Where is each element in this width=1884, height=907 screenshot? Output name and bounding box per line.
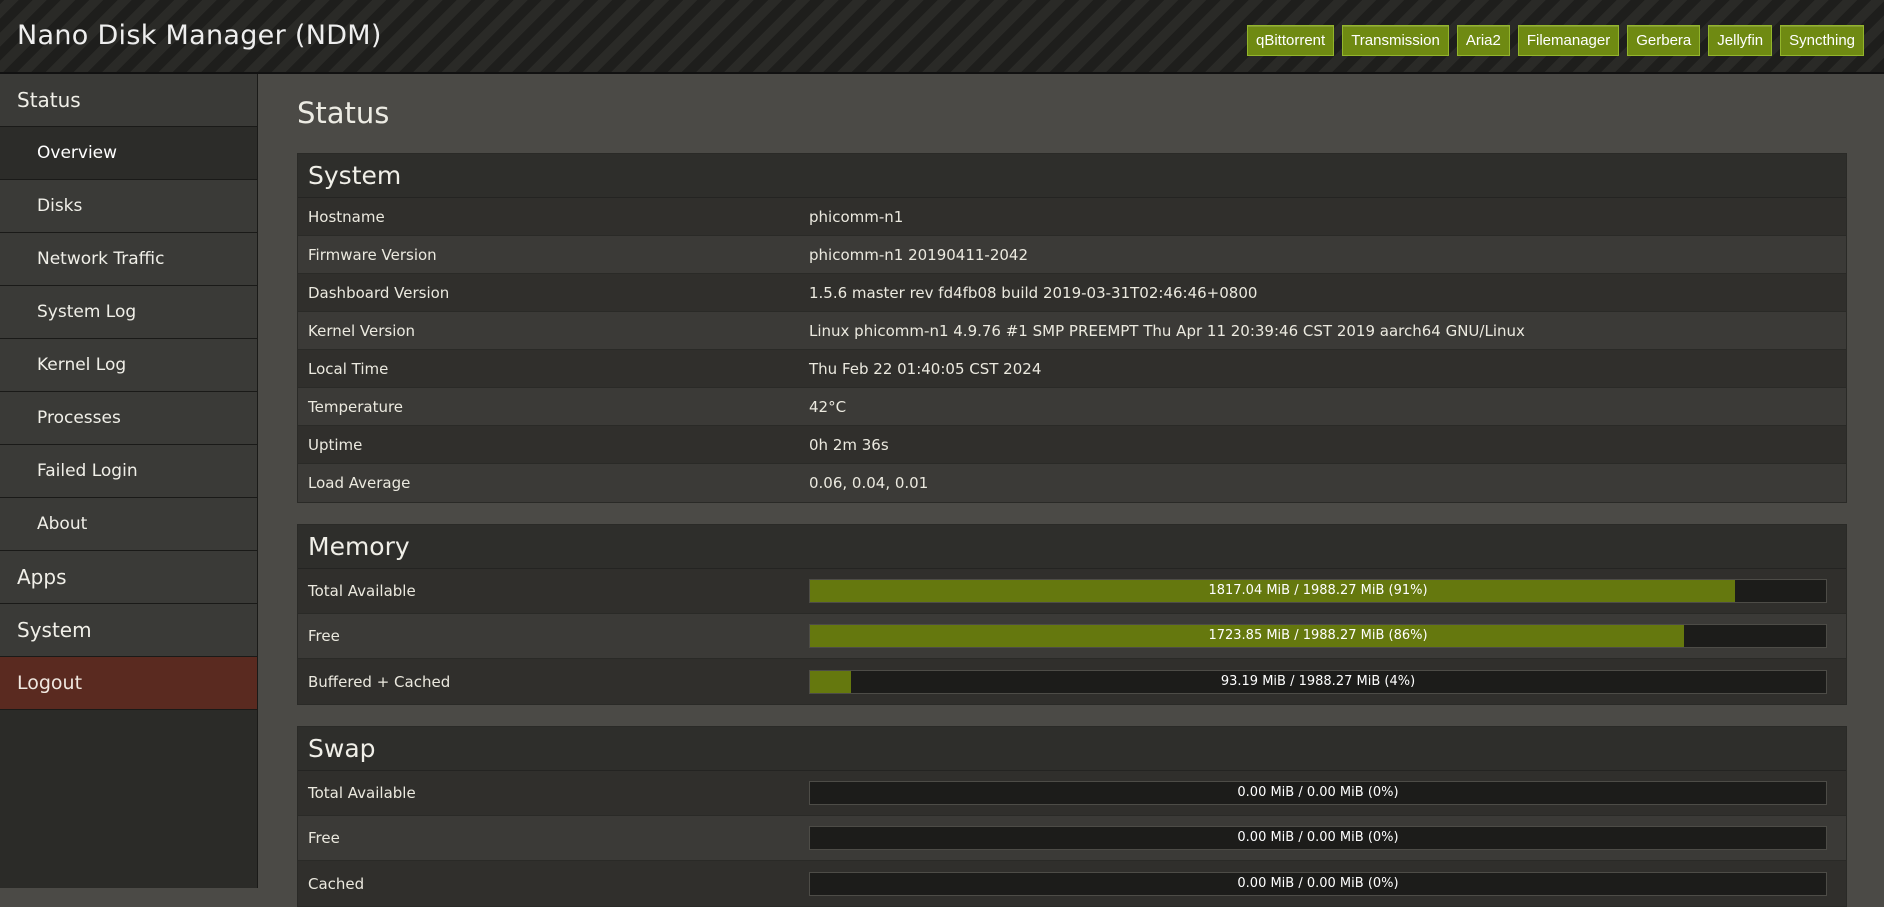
row-label: Free: [308, 627, 340, 645]
swap-panel: Swap Total Available 0.00 MiB / 0.00 MiB…: [297, 726, 1847, 907]
system-panel: System Hostname phicomm-n1 Firmware Vers…: [297, 153, 1847, 503]
row-value: 0.06, 0.04, 0.01: [809, 474, 929, 492]
top-header: Nano Disk Manager (NDM) qBittorrent Tran…: [0, 0, 1884, 74]
memory-panel: Memory Total Available 1817.04 MiB / 198…: [297, 524, 1847, 705]
sidebar-item-processes[interactable]: Processes: [0, 392, 257, 445]
sidebar-item-failed-login[interactable]: Failed Login: [0, 445, 257, 498]
progress-label: 0.00 MiB / 0.00 MiB (0%): [1237, 830, 1399, 845]
row-label: Temperature: [308, 397, 404, 416]
row-label: Cached: [308, 874, 365, 893]
app-button-transmission[interactable]: Transmission: [1342, 25, 1449, 56]
progress-label: 1817.04 MiB / 1988.27 MiB (91%): [1208, 583, 1428, 598]
page-title: Status: [297, 96, 390, 130]
sidebar-section-system[interactable]: System: [0, 604, 257, 657]
row-value: 1.5.6 master rev fd4fb08 build 2019-03-3…: [809, 283, 1258, 302]
row-label: Total Available: [308, 582, 416, 600]
progress-bar: 1723.85 MiB / 1988.27 MiB (86%): [809, 624, 1827, 648]
sidebar: Status Overview Disks Network Traffic Sy…: [0, 74, 258, 888]
sidebar-item-system-log[interactable]: System Log: [0, 286, 257, 339]
table-row: Buffered + Cached 93.19 MiB / 1988.27 Mi…: [298, 659, 1846, 704]
logout-button[interactable]: Logout: [0, 657, 257, 710]
app-shortcuts: qBittorrent Transmission Aria2 Filemanag…: [1246, 25, 1864, 56]
row-value: Thu Feb 22 01:40:05 CST 2024: [809, 359, 1042, 378]
sidebar-item-about[interactable]: About: [0, 498, 257, 551]
row-label: Hostname: [308, 207, 385, 226]
table-row: Load Average 0.06, 0.04, 0.01: [298, 464, 1846, 502]
app-title: Nano Disk Manager (NDM): [17, 20, 382, 51]
table-row: Temperature 42°C: [298, 388, 1846, 426]
panel-title-system: System: [298, 154, 1846, 198]
progress-bar: 0.00 MiB / 0.00 MiB (0%): [809, 826, 1827, 850]
sidebar-item-disks[interactable]: Disks: [0, 180, 257, 233]
row-label: Firmware Version: [308, 245, 437, 264]
app-button-gerbera[interactable]: Gerbera: [1627, 25, 1701, 56]
row-value: Linux phicomm-n1 4.9.76 #1 SMP PREEMPT T…: [809, 321, 1525, 340]
table-row: Dashboard Version 1.5.6 master rev fd4fb…: [298, 274, 1846, 312]
main-content: Status System Hostname phicomm-n1 Firmwa…: [258, 74, 1884, 907]
row-label: Local Time: [308, 359, 389, 378]
table-row: Free 1723.85 MiB / 1988.27 MiB (86%): [298, 614, 1846, 659]
row-value: 42°C: [809, 397, 847, 416]
table-row: Local Time Thu Feb 22 01:40:05 CST 2024: [298, 350, 1846, 388]
row-label: Dashboard Version: [308, 283, 450, 302]
progress-bar: 93.19 MiB / 1988.27 MiB (4%): [809, 669, 1827, 694]
row-value: phicomm-n1: [809, 207, 904, 226]
app-button-aria2[interactable]: Aria2: [1456, 25, 1510, 56]
progress-label: 93.19 MiB / 1988.27 MiB (4%): [1220, 673, 1416, 689]
sidebar-item-network-traffic[interactable]: Network Traffic: [0, 233, 257, 286]
sidebar-item-overview[interactable]: Overview: [0, 127, 257, 180]
app-button-syncthing[interactable]: Syncthing: [1780, 25, 1864, 56]
row-label: Uptime: [308, 435, 363, 454]
row-label: Buffered + Cached: [308, 672, 451, 691]
table-row: Kernel Version Linux phicomm-n1 4.9.76 #…: [298, 312, 1846, 350]
sidebar-section-apps[interactable]: Apps: [0, 551, 257, 604]
panel-title-memory: Memory: [298, 525, 1846, 569]
app-button-jellyfin[interactable]: Jellyfin: [1708, 25, 1773, 56]
sidebar-item-kernel-log[interactable]: Kernel Log: [0, 339, 257, 392]
app-button-qbittorrent[interactable]: qBittorrent: [1246, 25, 1335, 56]
progress-bar: 0.00 MiB / 0.00 MiB (0%): [809, 871, 1827, 896]
app-button-filemanager[interactable]: Filemanager: [1517, 25, 1620, 56]
table-row: Total Available 1817.04 MiB / 1988.27 Mi…: [298, 569, 1846, 614]
row-label: Total Available: [308, 784, 416, 802]
row-label: Free: [308, 829, 340, 847]
progress-bar: 1817.04 MiB / 1988.27 MiB (91%): [809, 579, 1827, 603]
table-row: Total Available 0.00 MiB / 0.00 MiB (0%): [298, 771, 1846, 816]
panel-title-swap: Swap: [298, 727, 1846, 771]
progress-label: 0.00 MiB / 0.00 MiB (0%): [1237, 875, 1399, 891]
table-row: Cached 0.00 MiB / 0.00 MiB (0%): [298, 861, 1846, 906]
row-label: Load Average: [308, 474, 411, 492]
table-row: Firmware Version phicomm-n1 20190411-204…: [298, 236, 1846, 274]
sidebar-section-status[interactable]: Status: [0, 74, 257, 127]
table-row: Uptime 0h 2m 36s: [298, 426, 1846, 464]
row-label: Kernel Version: [308, 321, 416, 340]
table-row: Free 0.00 MiB / 0.00 MiB (0%): [298, 816, 1846, 861]
row-value: 0h 2m 36s: [809, 435, 889, 454]
progress-label: 1723.85 MiB / 1988.27 MiB (86%): [1208, 628, 1428, 643]
table-row: Hostname phicomm-n1: [298, 198, 1846, 236]
progress-bar: 0.00 MiB / 0.00 MiB (0%): [809, 781, 1827, 805]
progress-label: 0.00 MiB / 0.00 MiB (0%): [1237, 785, 1399, 800]
row-value: phicomm-n1 20190411-2042: [809, 245, 1029, 264]
